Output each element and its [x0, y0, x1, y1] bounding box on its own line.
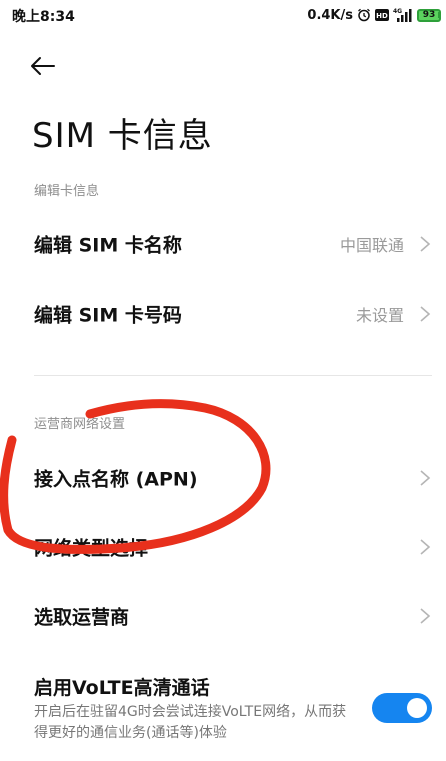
- page-title: SIM 卡信息: [32, 116, 213, 156]
- battery-level: 93: [422, 10, 436, 20]
- row-label: 编辑 SIM 卡名称: [34, 234, 182, 257]
- status-time: 晚上8:34: [12, 9, 75, 25]
- alarm-icon: [357, 8, 371, 22]
- chevron-right-icon: [420, 539, 431, 555]
- toggle-knob: [407, 698, 427, 718]
- row-label: 接入点名称 (APN): [34, 468, 198, 491]
- volte-title: 启用VoLTE高清通话: [34, 677, 210, 699]
- volte-toggle[interactable]: [372, 693, 432, 723]
- row-value: 中国联通: [339, 236, 404, 255]
- hd-label: HD: [376, 12, 388, 20]
- battery-icon: 93: [417, 8, 441, 22]
- signal-icon: 4G: [393, 7, 413, 23]
- chevron-right-icon: [420, 608, 431, 624]
- row-label: 网络类型选择: [34, 537, 149, 560]
- chevron-right-icon: [420, 236, 431, 252]
- chevron-right-icon: [420, 306, 431, 322]
- chevron-right-icon: [420, 470, 431, 486]
- section-header-edit-card: 编辑卡信息: [34, 184, 100, 199]
- edit-sim-number-row[interactable]: 编辑 SIM 卡号码 未设置: [0, 287, 446, 341]
- network-type-row[interactable]: 网络类型选择: [0, 520, 446, 574]
- net-speed: 0.4K/s: [307, 7, 353, 23]
- select-carrier-row[interactable]: 选取运营商: [0, 589, 446, 643]
- row-label: 编辑 SIM 卡号码: [34, 304, 182, 327]
- arrow-left-icon: [31, 57, 55, 75]
- section-header-carrier: 运营商网络设置: [34, 417, 126, 432]
- volte-description: 开启后在驻留4G时会尝试连接VoLTE网络，从而获得更好的通信业务(通话等)体验: [34, 704, 347, 741]
- edit-sim-name-row[interactable]: 编辑 SIM 卡名称 中国联通: [0, 217, 446, 271]
- network-type: 4G: [393, 8, 402, 15]
- status-bar: 晚上8:34 0.4K/s HD 4G 93: [0, 0, 446, 30]
- apn-row[interactable]: 接入点名称 (APN): [0, 451, 446, 505]
- status-icons: 0.4K/s HD 4G 93: [307, 5, 441, 25]
- row-label: 选取运营商: [34, 606, 130, 629]
- divider: [34, 375, 432, 376]
- row-value: 未设置: [355, 306, 404, 325]
- back-button[interactable]: [30, 50, 66, 82]
- hd-icon: HD: [375, 9, 389, 21]
